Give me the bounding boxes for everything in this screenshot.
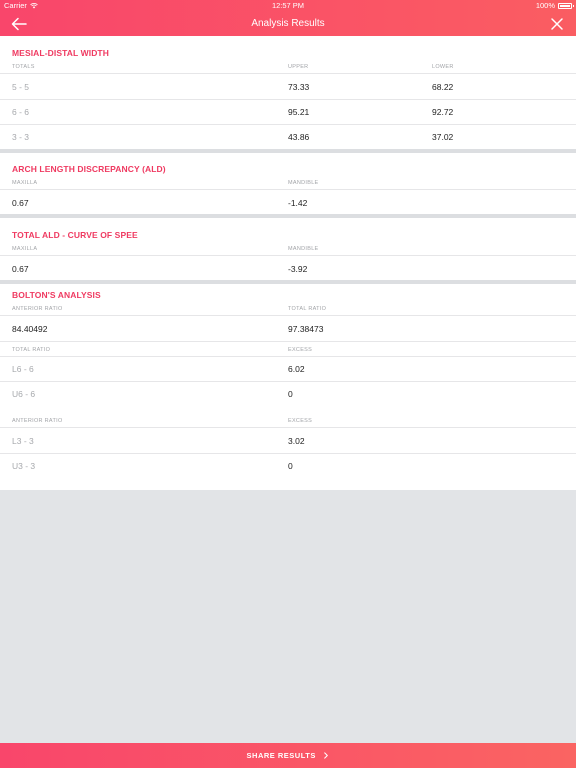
column-header-anterior-ratio: ANTERIOR RATIO — [12, 306, 63, 312]
value-total-ald-mandible: -3.92 — [288, 264, 308, 274]
battery-label: 100% — [535, 1, 555, 10]
value-excess-u3-3: 0 — [288, 461, 293, 471]
chevron-right-icon — [324, 751, 329, 759]
section-separator — [0, 280, 576, 284]
value-upper-6-6: 95.21 — [288, 107, 310, 117]
section-title-bolton: BOLTON'S ANALYSIS — [12, 290, 101, 300]
column-header-upper: UPPER — [288, 64, 309, 70]
divider — [0, 73, 576, 74]
share-results-button[interactable]: SHARE RESULTS — [0, 743, 576, 768]
top-bar: Carrier 12:57 PM 100% Analysis Results — [0, 0, 576, 36]
value-anterior-ratio: 84.40492 — [12, 324, 48, 334]
divider — [0, 427, 576, 428]
column-header-excess: EXCESS — [288, 347, 313, 353]
section-title-total-ald: TOTAL ALD - CURVE OF SPEE — [12, 230, 138, 240]
divider — [0, 189, 576, 190]
column-header-excess: EXCESS — [288, 418, 313, 424]
share-results-label: SHARE RESULTS — [0, 743, 576, 768]
row-label-l6-6: L6 - 6 — [12, 364, 34, 374]
value-excess-l3-3: 3.02 — [288, 436, 305, 446]
divider — [0, 255, 576, 256]
value-upper-3-3: 43.86 — [288, 132, 310, 142]
value-ald-mandible: -1.42 — [288, 198, 308, 208]
column-header-total-ratio: TOTAL RATIO — [12, 347, 51, 353]
column-header-maxilla: MAXILLA — [12, 180, 38, 186]
value-ald-maxilla: 0.67 — [12, 198, 29, 208]
column-header-lower: LOWER — [432, 64, 454, 70]
row-label-6-6: 6 - 6 — [12, 107, 30, 117]
divider — [0, 453, 576, 454]
column-header-totals: TOTALS — [12, 64, 35, 70]
column-header-anterior-ratio: ANTERIOR RATIO — [12, 418, 63, 424]
divider — [0, 356, 576, 357]
divider — [0, 124, 576, 125]
column-header-mandible: MANDIBLE — [288, 180, 319, 186]
results-panel: MESIAL-DISTAL WIDTH TOTALS UPPER LOWER 5… — [0, 36, 576, 490]
row-label-3-3: 3 - 3 — [12, 132, 30, 142]
column-header-maxilla: MAXILLA — [12, 246, 38, 252]
column-header-total-ratio: TOTAL RATIO — [288, 306, 327, 312]
section-title-ald: ARCH LENGTH DISCREPANCY (ALD) — [12, 164, 166, 174]
value-upper-5-5: 73.33 — [288, 82, 310, 92]
row-label-5-5: 5 - 5 — [12, 82, 30, 92]
section-separator — [0, 214, 576, 218]
row-label-l3-3: L3 - 3 — [12, 436, 34, 446]
share-results-text: SHARE RESULTS — [246, 751, 316, 760]
column-header-mandible: MANDIBLE — [288, 246, 319, 252]
status-time: 12:57 PM — [271, 1, 305, 10]
value-excess-l6-6: 6.02 — [288, 364, 305, 374]
battery-icon — [558, 3, 574, 9]
value-total-ratio: 97.38473 — [288, 324, 324, 334]
row-label-u6-6: U6 - 6 — [12, 389, 36, 399]
divider — [0, 381, 576, 382]
navigation-bar: Analysis Results — [0, 12, 576, 36]
divider — [0, 315, 576, 316]
battery-indicator: 100% — [535, 0, 574, 12]
value-lower-5-5: 68.22 — [432, 82, 454, 92]
status-bar: Carrier 12:57 PM 100% — [0, 0, 576, 12]
value-total-ald-maxilla: 0.67 — [12, 264, 29, 274]
value-lower-6-6: 92.72 — [432, 107, 454, 117]
page-title: Analysis Results — [251, 18, 325, 29]
close-icon[interactable] — [550, 17, 564, 31]
section-title-mesial-distal: MESIAL-DISTAL WIDTH — [12, 48, 109, 58]
value-lower-3-3: 37.02 — [432, 132, 454, 142]
divider — [0, 341, 576, 342]
value-excess-u6-6: 0 — [288, 389, 293, 399]
row-label-u3-3: U3 - 3 — [12, 461, 36, 471]
section-separator — [0, 149, 576, 153]
divider — [0, 99, 576, 100]
